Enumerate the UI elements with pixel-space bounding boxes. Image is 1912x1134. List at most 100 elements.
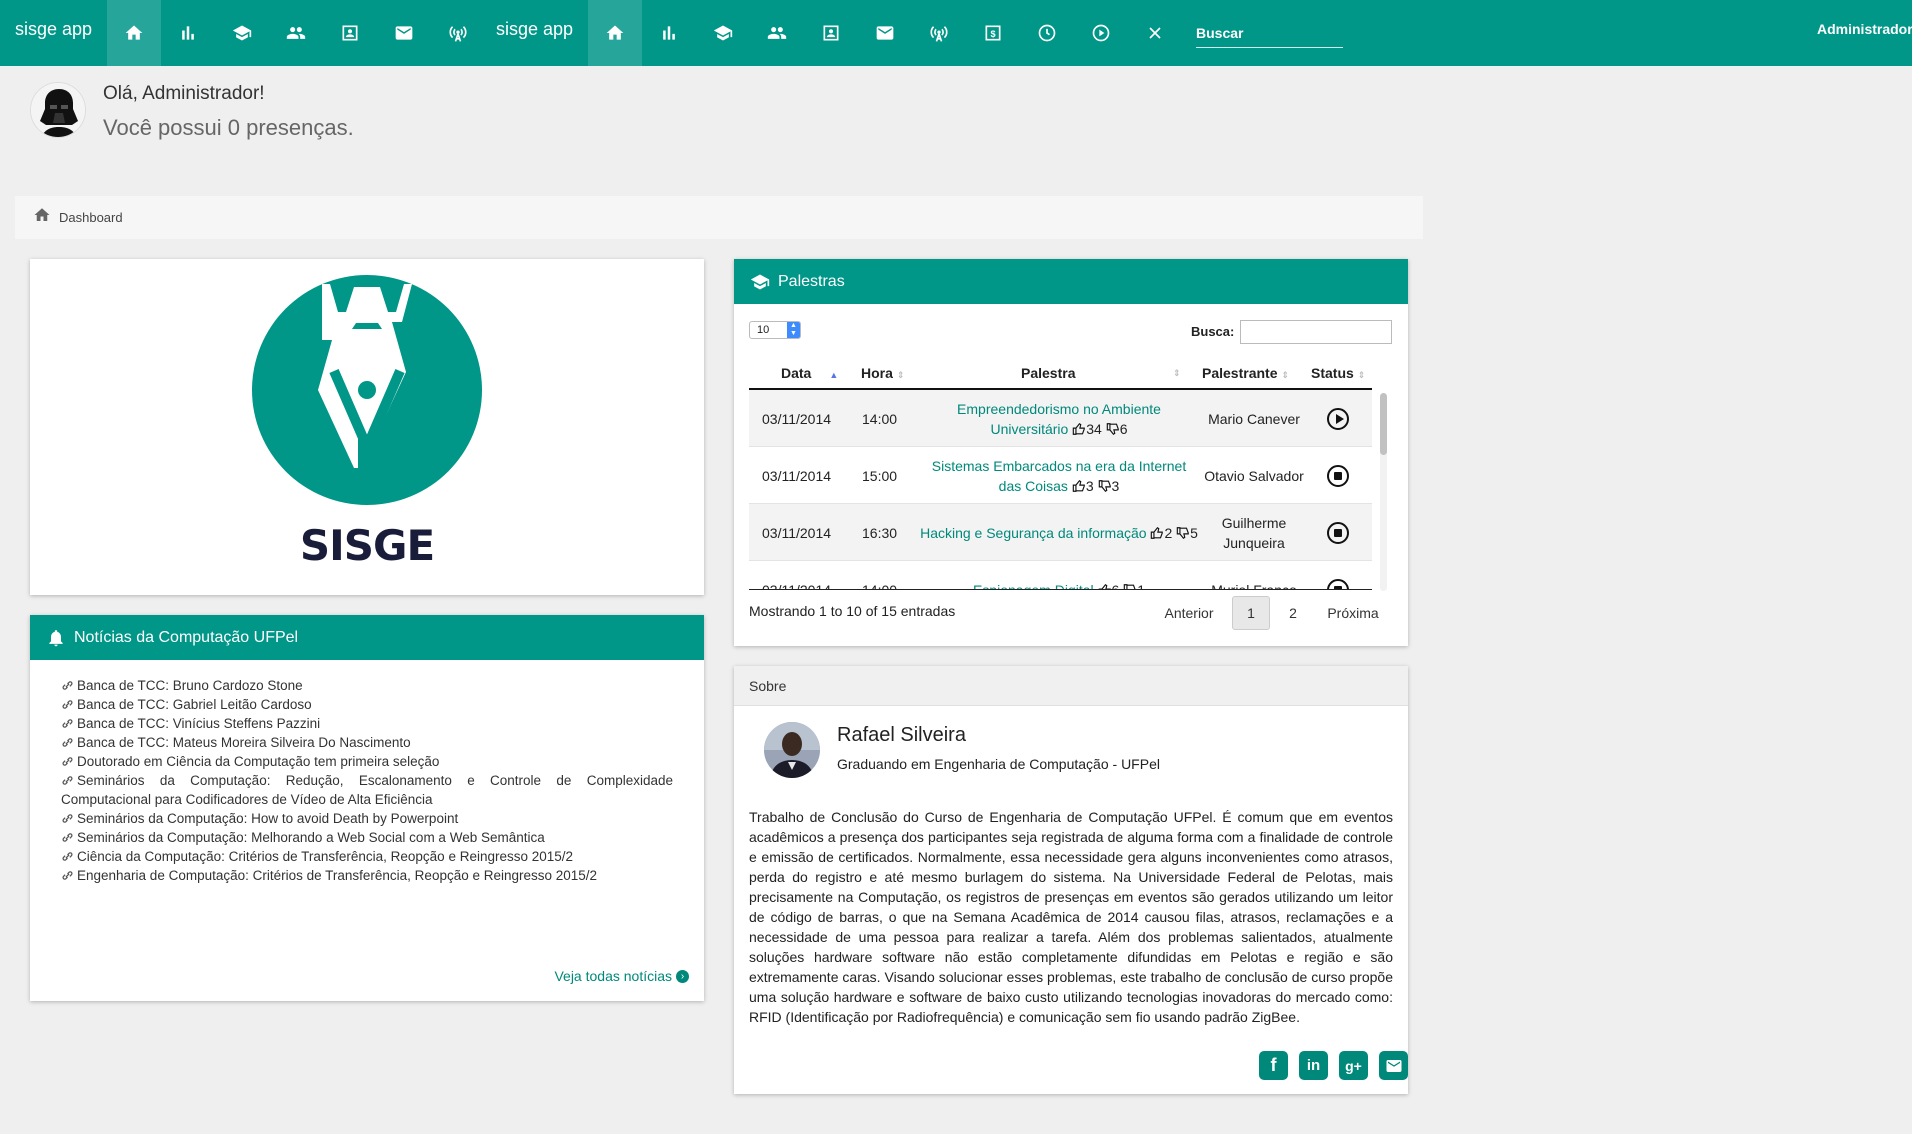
talks-header: Palestras bbox=[734, 259, 1408, 304]
author-portrait bbox=[764, 722, 820, 778]
author-role: Graduando em Engenharia de Computação - … bbox=[837, 756, 1160, 772]
pager-page-2[interactable]: 2 bbox=[1274, 596, 1312, 630]
sort-icon: ⇕ bbox=[1281, 370, 1290, 380]
nav-reports[interactable] bbox=[161, 0, 215, 66]
home-icon bbox=[34, 207, 50, 221]
thumb-up-icon[interactable] bbox=[1150, 526, 1164, 540]
nav-live[interactable] bbox=[1074, 0, 1128, 66]
news-item[interactable]: Seminários da Computação: How to avoid D… bbox=[61, 809, 673, 828]
col-palestrante-label: Palestrante bbox=[1202, 365, 1278, 381]
mail-icon bbox=[395, 26, 413, 40]
news-item[interactable]: Doutorado em Ciência da Computação tem p… bbox=[61, 752, 673, 771]
news-item-label: Engenharia de Computação: Critérios de T… bbox=[77, 868, 598, 883]
news-title: Notícias da Computação UFPel bbox=[74, 628, 299, 646]
stop-circle-icon[interactable] bbox=[1327, 464, 1349, 487]
news-item[interactable]: Banca de TCC: Mateus Moreira Silveira Do… bbox=[61, 733, 673, 752]
see-all-news-link[interactable]: Veja todas notícias › bbox=[554, 968, 689, 984]
pager-previous[interactable]: Anterior bbox=[1154, 596, 1224, 630]
nav-reports-2[interactable] bbox=[642, 0, 696, 66]
brand-link-secondary[interactable]: sisge app bbox=[496, 19, 573, 40]
news-item[interactable]: Seminários da Computação: Melhorando a W… bbox=[61, 828, 673, 847]
talks-search-label: Busca: bbox=[1191, 324, 1235, 339]
news-item[interactable]: Banca de TCC: Vinícius Steffens Pazzini bbox=[61, 714, 673, 733]
col-palestra-label: Palestra bbox=[1021, 365, 1076, 381]
news-item[interactable]: Engenharia de Computação: Critérios de T… bbox=[61, 866, 673, 885]
talks-search-input[interactable] bbox=[1240, 320, 1392, 344]
nav-messages-2[interactable] bbox=[858, 0, 912, 66]
nav-rfid[interactable] bbox=[431, 0, 485, 66]
facebook-icon[interactable]: f bbox=[1259, 1051, 1288, 1080]
table-row[interactable]: 03/11/2014 16:30 Hacking e Segurança da in… bbox=[749, 504, 1372, 561]
school-icon bbox=[232, 25, 252, 41]
nav-home[interactable] bbox=[107, 0, 161, 66]
play-circle-icon[interactable] bbox=[1327, 407, 1349, 430]
talk-link[interactable]: Empreendedorismo no Ambiente Universitár… bbox=[957, 401, 1161, 437]
thumb-down-icon[interactable] bbox=[1098, 479, 1112, 493]
cell-hora: 16:30 bbox=[862, 524, 898, 541]
col-data[interactable]: Data ▲ bbox=[781, 365, 838, 381]
avatar[interactable] bbox=[30, 82, 86, 138]
user-menu[interactable]: Administrador bbox=[1817, 21, 1912, 37]
page-size-select[interactable]: 10 ▲ ▼ bbox=[749, 321, 801, 339]
table-row[interactable]: 03/11/2014 14:00 Espionagem Digital 6 1 Mur… bbox=[749, 561, 1372, 591]
nav-contacts-2[interactable] bbox=[804, 0, 858, 66]
pager-page-1[interactable]: 1 bbox=[1232, 596, 1270, 630]
thumb-down-icon[interactable] bbox=[1106, 422, 1120, 436]
nav-schedule[interactable] bbox=[1020, 0, 1074, 66]
cell-data: 03/11/2014 bbox=[762, 467, 832, 484]
stop-circle-icon[interactable] bbox=[1327, 578, 1349, 589]
scrollbar-thumb[interactable] bbox=[1380, 393, 1387, 455]
col-hora[interactable]: Hora ⇕ bbox=[861, 365, 904, 381]
nav-users[interactable] bbox=[269, 0, 323, 66]
table-row[interactable]: 03/11/2014 15:00 Sistemas Embarcados na er… bbox=[749, 447, 1372, 504]
cell-hora: 14:00 bbox=[862, 581, 898, 590]
thumb-up-icon[interactable] bbox=[1072, 479, 1086, 493]
top-navbar: sisge app sisge app $ Buscar Administrad… bbox=[0, 0, 1912, 66]
mail-icon bbox=[876, 26, 894, 40]
thumb-up-icon[interactable] bbox=[1072, 422, 1086, 436]
linkedin-icon[interactable]: in bbox=[1299, 1051, 1328, 1080]
cell-palestrante: Otavio Salvador bbox=[1204, 467, 1304, 484]
stop-circle-icon[interactable] bbox=[1327, 521, 1349, 544]
thumb-down-icon[interactable] bbox=[1123, 583, 1137, 591]
talk-link[interactable]: Espionagem Digital bbox=[973, 582, 1094, 590]
nav-contacts[interactable] bbox=[323, 0, 377, 66]
talks-card: Palestras 10 ▲ ▼ Busca: Data ▲ Hora ⇕ Pales… bbox=[734, 259, 1408, 646]
cell-palestra: Sistemas Embarcados na era da Internet d… bbox=[919, 447, 1199, 504]
nav-rfid-2[interactable] bbox=[912, 0, 966, 66]
talk-link[interactable]: Sistemas Embarcados na era da Internet d… bbox=[932, 458, 1186, 494]
nav-payments[interactable]: $ bbox=[966, 0, 1020, 66]
col-status[interactable]: Status ⇕ bbox=[1311, 365, 1365, 381]
nav-courses-2[interactable] bbox=[696, 0, 750, 66]
see-all-news-label: Veja todas notícias bbox=[554, 968, 672, 984]
news-item[interactable]: Banca de TCC: Gabriel Leitão Cardoso bbox=[61, 695, 673, 714]
email-icon[interactable] bbox=[1379, 1051, 1408, 1080]
news-item[interactable]: Banca de TCC: Bruno Cardozo Stone bbox=[61, 676, 673, 695]
nav-close[interactable] bbox=[1128, 0, 1182, 66]
table-row[interactable]: 03/11/2014 14:00 Empreendedorismo no Ambie… bbox=[749, 390, 1372, 447]
nav-home-2[interactable] bbox=[588, 0, 642, 66]
cell-data: 03/11/2014 bbox=[762, 410, 832, 427]
col-palestrante[interactable]: Palestrante ⇕ bbox=[1202, 365, 1289, 381]
talks-table-header: Data ▲ Hora ⇕ Palestra ⇕ Palestrante ⇕ Stat… bbox=[749, 356, 1372, 390]
brand-link[interactable]: sisge app bbox=[15, 19, 92, 40]
news-item-label: Doutorado em Ciência da Computação tem p… bbox=[77, 754, 440, 769]
contact-card-icon bbox=[342, 25, 358, 41]
news-item-label: Banca de TCC: Bruno Cardozo Stone bbox=[77, 678, 303, 693]
nav-courses[interactable] bbox=[215, 0, 269, 66]
talk-link[interactable]: Hacking e Segurança da informação bbox=[920, 525, 1146, 541]
pager-next[interactable]: Próxima bbox=[1316, 596, 1390, 630]
thumb-down-icon[interactable] bbox=[1176, 526, 1190, 540]
nav-users-2[interactable] bbox=[750, 0, 804, 66]
google-plus-icon[interactable]: g+ bbox=[1339, 1051, 1368, 1080]
table-scrollbar[interactable] bbox=[1380, 393, 1387, 591]
thumb-up-icon[interactable] bbox=[1098, 583, 1112, 591]
col-palestra[interactable]: Palestra bbox=[1021, 365, 1075, 381]
search-input[interactable] bbox=[1196, 24, 1343, 41]
news-item[interactable]: Seminários da Computação: Redução, Escal… bbox=[61, 771, 673, 809]
news-item-label: Seminários da Computação: Redução, Escal… bbox=[61, 773, 673, 807]
news-item[interactable]: Ciência da Computação: Critérios de Tran… bbox=[61, 847, 673, 866]
breadcrumb-item-dashboard[interactable]: Dashboard bbox=[59, 210, 123, 225]
cell-palestra: Empreendedorismo no Ambiente Universitár… bbox=[919, 390, 1199, 447]
nav-messages[interactable] bbox=[377, 0, 431, 66]
